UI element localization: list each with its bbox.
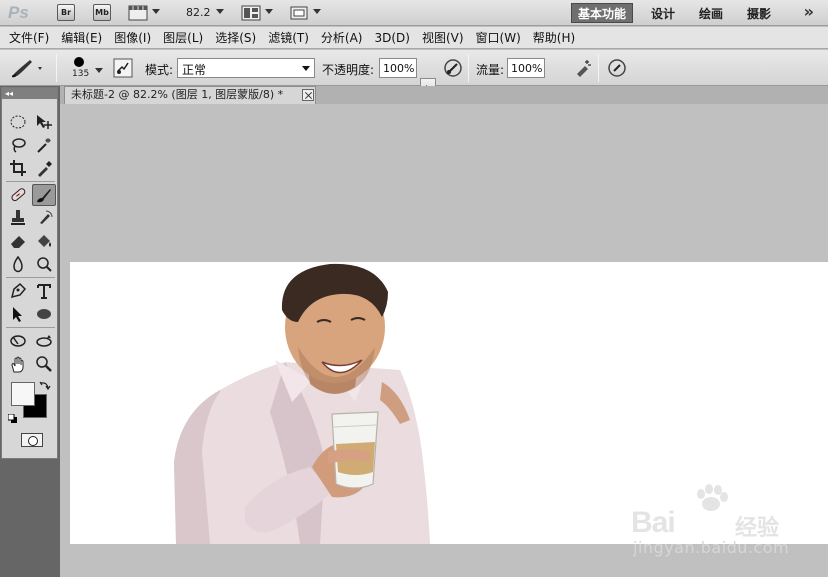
document-tab-bar: 未标题-2 @ 82.2% (图层 1, 图层蒙版/8) * xyxy=(60,86,828,104)
flow-label: 流量: xyxy=(476,63,505,77)
options-separator xyxy=(598,54,599,82)
brush-picker-dropdown-icon[interactable] xyxy=(95,63,103,77)
hand-tool-icon[interactable] xyxy=(6,353,30,375)
watermark-url: jingyan.baidu.com xyxy=(633,538,790,557)
opacity-input[interactable]: 100% xyxy=(379,58,417,78)
toolbox-collapse-icon[interactable]: ◂◂ xyxy=(2,88,57,99)
menu-view[interactable]: 视图(V) xyxy=(416,29,470,46)
dodge-tool-icon[interactable] xyxy=(32,253,56,275)
watermark-brand: Bai xyxy=(631,506,676,539)
workspace-photography[interactable]: 摄影 xyxy=(741,3,777,23)
screen-mode-icon[interactable] xyxy=(289,4,309,25)
arrange-dropdown-icon[interactable] xyxy=(265,9,273,14)
lasso-tool-icon[interactable] xyxy=(6,134,30,156)
menu-bar: 文件(F) 编辑(E) 图像(I) 图层(L) 选择(S) 滤镜(T) 分析(A… xyxy=(0,27,828,49)
eyedropper-tool-icon[interactable] xyxy=(32,157,56,179)
airbrush-icon[interactable] xyxy=(572,57,594,79)
brush-tip-icon[interactable] xyxy=(74,57,84,67)
options-bar: 135 模式: 正常 不透明度: 100% 流量: 100% xyxy=(0,50,828,118)
foreground-color-swatch[interactable] xyxy=(11,382,35,406)
options-separator xyxy=(468,54,469,82)
default-colors-icon[interactable] xyxy=(7,413,18,423)
menu-filter[interactable]: 滤镜(T) xyxy=(262,29,315,46)
menu-3d[interactable]: 3D(D) xyxy=(368,31,415,45)
move-tool-icon[interactable] xyxy=(32,111,56,133)
menu-help[interactable]: 帮助(H) xyxy=(527,29,581,46)
menu-analysis[interactable]: 分析(A) xyxy=(315,29,369,46)
magic-wand-tool-icon[interactable] xyxy=(32,134,56,156)
menu-select[interactable]: 选择(S) xyxy=(209,29,262,46)
menu-file[interactable]: 文件(F) xyxy=(3,29,55,46)
view-extras-icon[interactable] xyxy=(128,4,148,25)
opacity-label: 不透明度: xyxy=(322,63,375,77)
bridge-button[interactable]: Br xyxy=(57,4,75,21)
application-bar: Ps Br Mb 82.2 基本功能 设计 绘画 摄影 » xyxy=(0,0,828,26)
path-selection-tool-icon[interactable] xyxy=(6,303,30,325)
options-separator xyxy=(56,54,57,82)
toolbox-separator xyxy=(6,181,55,182)
view-extras-dropdown-icon[interactable] xyxy=(152,9,160,14)
healing-brush-tool-icon[interactable] xyxy=(6,184,30,206)
mini-bridge-button[interactable]: Mb xyxy=(93,4,111,21)
workspace-essentials[interactable]: 基本功能 xyxy=(571,3,634,23)
toolbox-panel: ◂◂ xyxy=(1,87,58,459)
close-tab-icon[interactable] xyxy=(302,89,314,101)
eraser-tool-icon[interactable] xyxy=(6,230,30,252)
brush-size-value: 135 xyxy=(72,69,90,79)
tablet-pressure-size-icon[interactable] xyxy=(606,57,628,79)
toolbox-separator xyxy=(6,277,55,278)
flow-input[interactable]: 100% xyxy=(507,58,545,78)
menu-edit[interactable]: 编辑(E) xyxy=(55,29,108,46)
photoshop-logo: Ps xyxy=(8,3,29,22)
type-tool-icon[interactable] xyxy=(32,280,56,302)
rectangular-marquee-tool-icon[interactable] xyxy=(6,111,30,133)
quick-mask-button[interactable] xyxy=(21,433,43,447)
baidu-jingyan-watermark: Bai 经验 jingyan.baidu.com xyxy=(625,478,825,577)
brush-tool-icon[interactable] xyxy=(32,184,56,206)
screen-mode-dropdown-icon[interactable] xyxy=(313,9,321,14)
workspace-design[interactable]: 设计 xyxy=(645,3,681,23)
crop-tool-icon[interactable] xyxy=(6,157,30,179)
3d-rotate-tool-icon[interactable] xyxy=(6,330,30,352)
menu-window[interactable]: 窗口(W) xyxy=(470,29,527,46)
mode-label: 模式: xyxy=(145,63,174,77)
zoom-dropdown-icon[interactable] xyxy=(216,9,224,14)
paint-bucket-tool-icon[interactable] xyxy=(32,230,56,252)
menu-image[interactable]: 图像(I) xyxy=(108,29,157,46)
toolbox-separator xyxy=(6,327,55,328)
blur-tool-icon[interactable] xyxy=(6,253,30,275)
menu-layer[interactable]: 图层(L) xyxy=(157,29,209,46)
paw-logo-icon xyxy=(697,484,728,511)
swap-colors-icon[interactable] xyxy=(39,380,51,392)
clone-stamp-tool-icon[interactable] xyxy=(6,207,30,229)
blend-mode-select[interactable]: 正常 xyxy=(177,58,315,78)
3d-orbit-tool-icon[interactable] xyxy=(32,330,56,352)
history-brush-tool-icon[interactable] xyxy=(32,207,56,229)
workspace-painting[interactable]: 绘画 xyxy=(693,3,729,23)
ellipse-shape-tool-icon[interactable] xyxy=(32,303,56,325)
zoom-tool-icon[interactable] xyxy=(32,353,56,375)
pen-tool-icon[interactable] xyxy=(6,280,30,302)
document-tab[interactable]: 未标题-2 @ 82.2% (图层 1, 图层蒙版/8) * xyxy=(64,86,316,104)
tool-preset-picker[interactable] xyxy=(8,56,48,83)
document-tab-title: 未标题-2 @ 82.2% (图层 1, 图层蒙版/8) * xyxy=(71,88,284,101)
zoom-level-value[interactable]: 82.2 xyxy=(186,6,211,19)
more-workspaces-icon[interactable]: » xyxy=(804,2,814,21)
arrange-documents-icon[interactable] xyxy=(241,4,261,25)
tablet-pressure-opacity-icon[interactable] xyxy=(442,57,464,79)
brush-panel-toggle-icon[interactable] xyxy=(113,58,133,81)
